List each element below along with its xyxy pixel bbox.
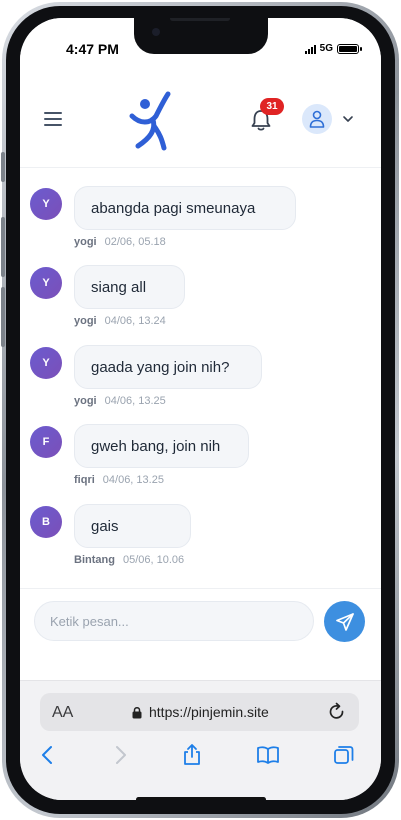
phone-volume-down [1,287,5,347]
message-sender: yogi [74,315,97,327]
message-sender: Bintang [74,554,115,566]
url-display[interactable]: https://pinjemin.site [132,704,269,720]
home-indicator[interactable] [135,797,266,800]
user-menu-button[interactable] [302,104,332,134]
reload-icon[interactable] [327,702,347,722]
user-icon [309,110,325,128]
message-sender: yogi [74,395,97,407]
browser-toolbar: AA https://pinjemin.site [20,680,381,800]
message-sender: yogi [74,236,97,248]
send-icon [335,612,354,631]
message-bubble: gaada yang join nih? [74,345,262,389]
message-input[interactable]: Ketik pesan... [34,601,314,641]
screen: 4:47 PM 5G 31 Y abangda pagi smeunaya yo… [20,18,381,800]
status-bar: 4:47 PM 5G [20,18,381,76]
message-bubble: abangda pagi smeunaya [74,186,296,230]
message-meta: yogi 04/06, 13.25 [74,395,166,407]
logo-icon[interactable] [126,90,174,152]
chat-thread: Y abangda pagi smeunaya yogi 02/06, 05.18… [20,168,381,588]
battery-icon [337,43,362,54]
notch [133,18,268,54]
message-bubble: gais [74,504,191,548]
network-type: 5G [319,43,333,54]
text-size-button[interactable]: AA [52,704,73,722]
avatar: Y [30,267,62,299]
front-camera [151,28,160,36]
send-button[interactable] [324,601,365,642]
phone-volume-up [1,217,5,277]
address-bar[interactable]: AA https://pinjemin.site [40,693,359,731]
browser-nav [20,743,381,773]
share-icon[interactable] [180,743,204,767]
forward-icon[interactable] [108,743,132,767]
tabs-icon[interactable] [332,743,356,767]
message-composer: Ketik pesan... [20,588,381,680]
notification-badge: 31 [260,98,284,115]
message-timestamp: 05/06, 10.06 [122,554,185,566]
message-bubble: gweh bang, join nih [74,424,249,468]
avatar: B [30,506,62,538]
avatar: F [30,426,62,458]
bookmarks-icon[interactable] [256,743,280,767]
speaker [169,18,230,21]
url-text: https://pinjemin.site [149,704,269,720]
message-meta: yogi 04/06, 13.24 [74,315,166,327]
message-timestamp: 04/06, 13.25 [102,474,164,486]
message-meta: yogi 02/06, 05.18 [74,236,166,248]
lock-icon [132,706,142,718]
status-time: 4:47 PM [66,41,119,57]
message-bubble: siang all [74,265,185,309]
message-sender: fiqri [74,474,95,486]
app-header: 31 [20,76,381,168]
message-timestamp: 02/06, 05.18 [104,236,166,248]
message-timestamp: 04/06, 13.25 [104,395,166,407]
menu-icon[interactable] [44,112,62,126]
avatar: Y [30,347,62,379]
signal-icon [304,44,316,54]
message-meta: Bintang 05/06, 10.06 [74,554,184,566]
message-timestamp: 04/06, 13.24 [104,315,166,327]
message-meta: fiqri 04/06, 13.25 [74,474,164,486]
phone-silent-switch [1,152,5,182]
chevron-down-icon[interactable] [342,114,354,124]
phone-bezel: 4:47 PM 5G 31 Y abangda pagi smeunaya yo… [6,6,395,814]
status-indicators: 5G [304,43,362,54]
phone-frame: 4:47 PM 5G 31 Y abangda pagi smeunaya yo… [1,2,399,818]
avatar: Y [30,188,62,220]
back-icon[interactable] [36,743,60,767]
